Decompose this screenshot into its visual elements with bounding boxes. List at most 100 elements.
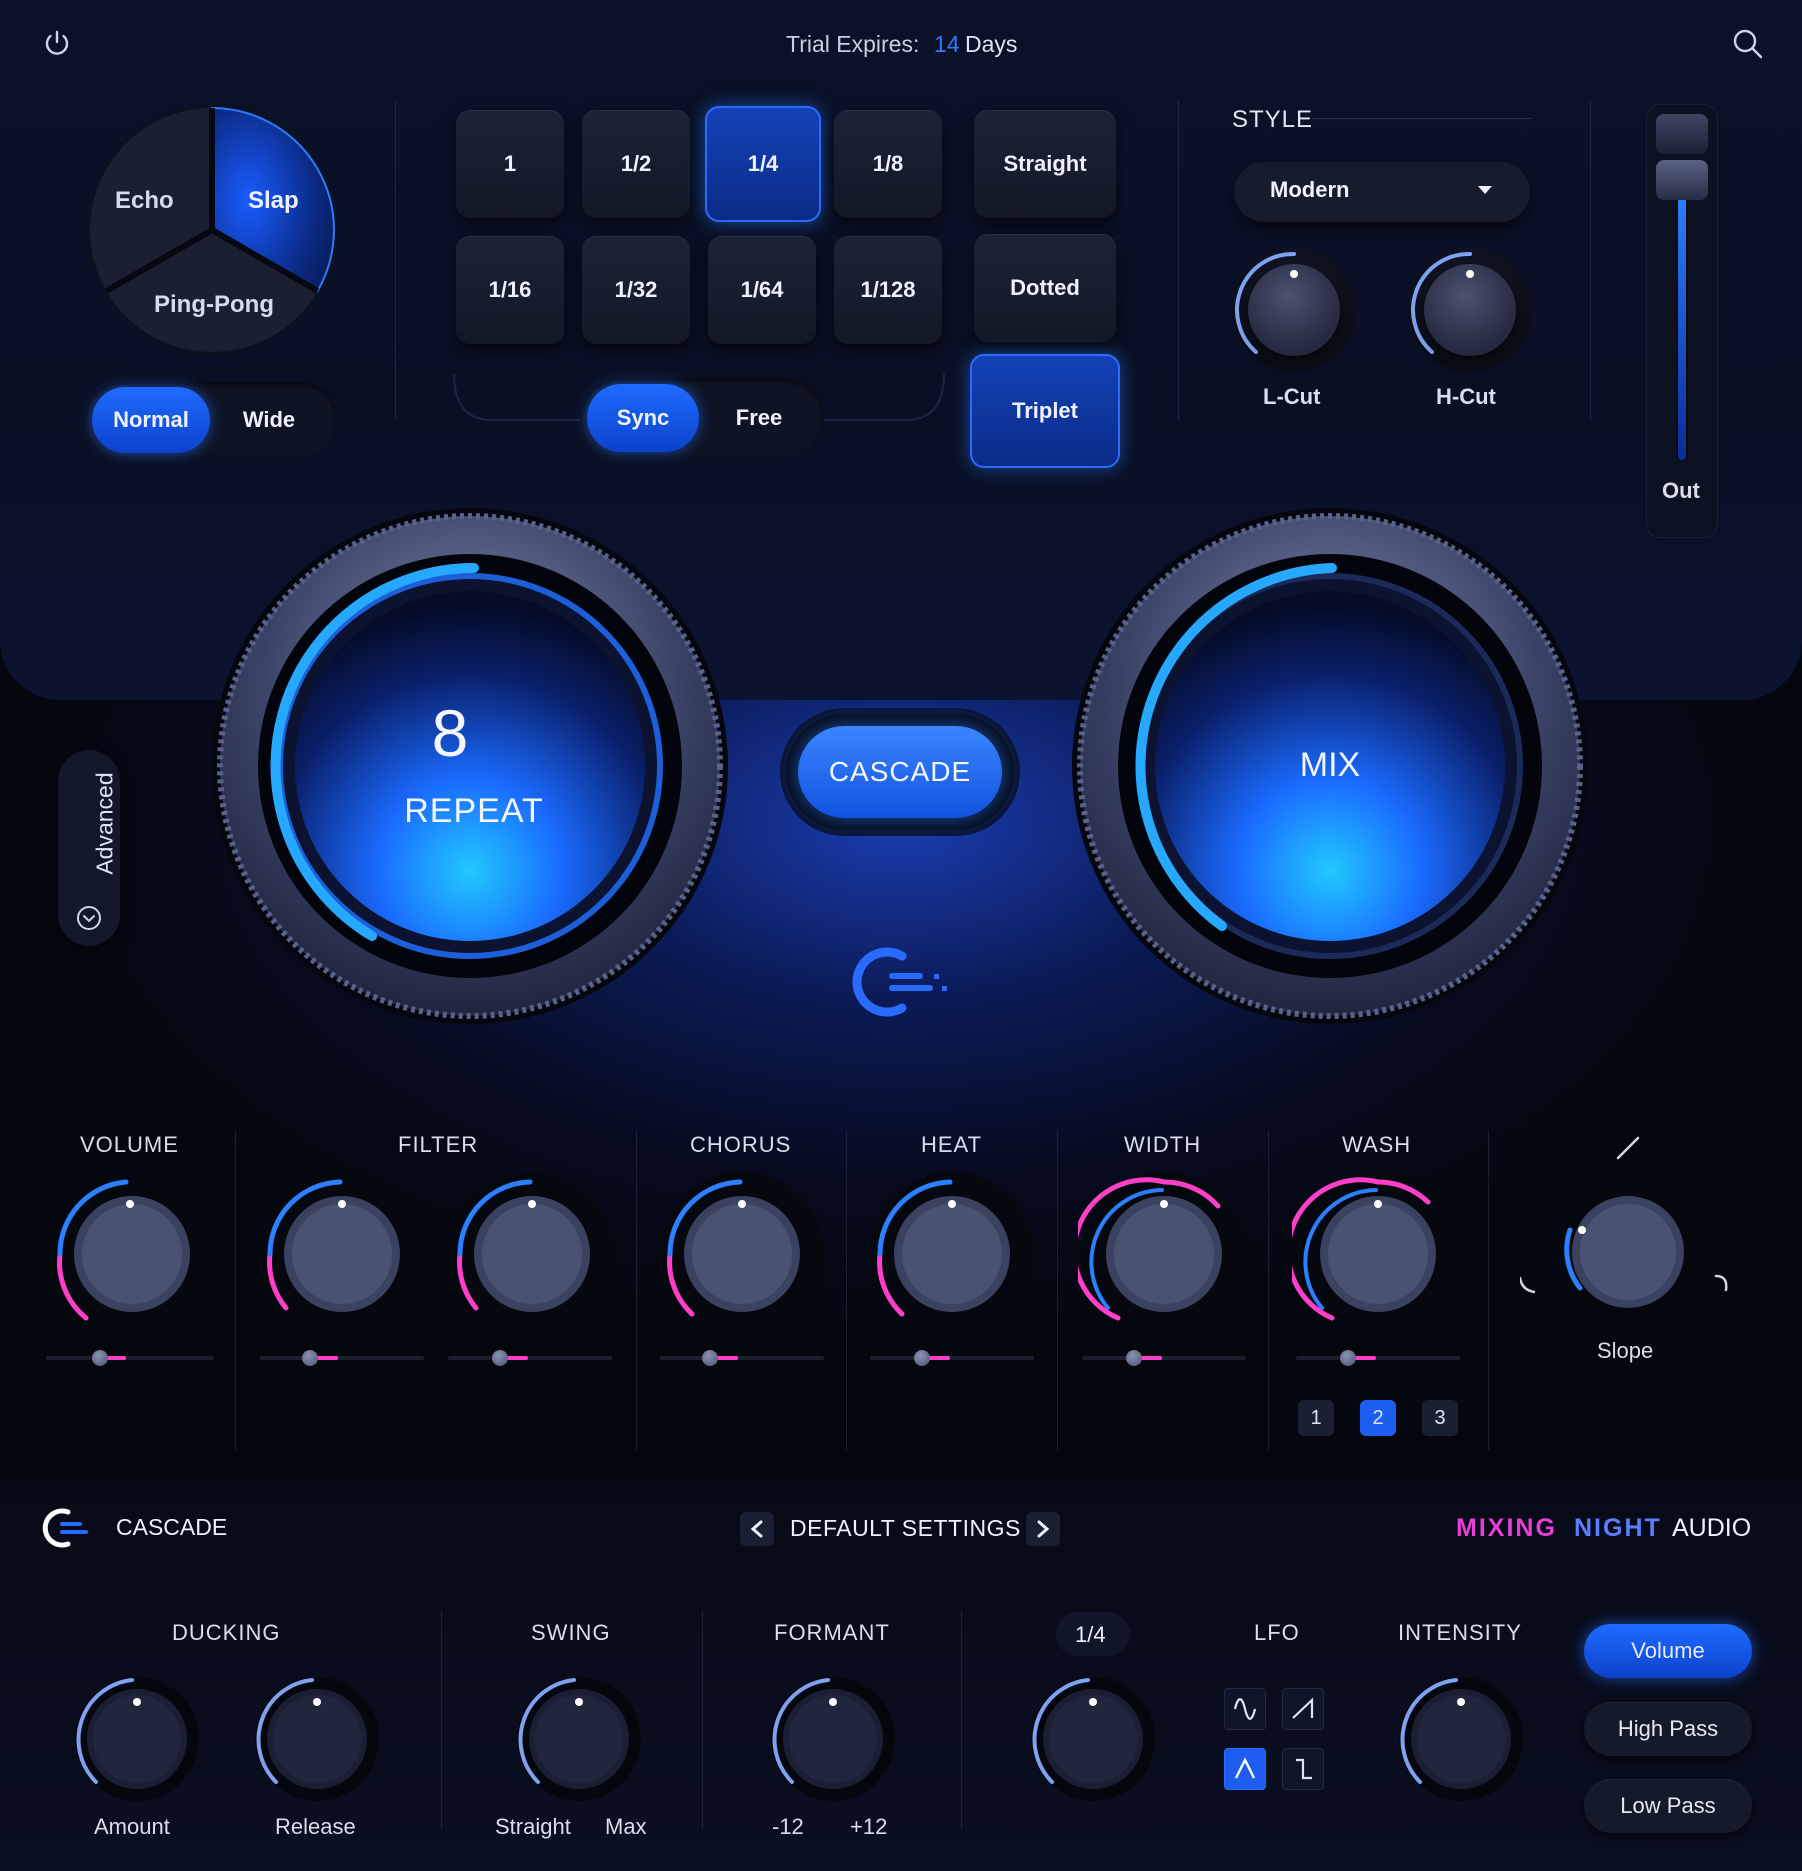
width-knob[interactable] (1078, 1168, 1250, 1340)
target-lowpass-button[interactable]: Low Pass (1584, 1779, 1752, 1833)
swing-max-label: Max (605, 1814, 647, 1839)
volume-slider[interactable] (46, 1356, 214, 1360)
style-title: STYLE (1232, 106, 1314, 133)
lfo-square-button[interactable] (1282, 1748, 1324, 1790)
cascade-button[interactable]: CASCADE (798, 726, 1002, 818)
cascade-small-logo-icon (42, 1508, 88, 1548)
chevron-right-icon (1037, 1520, 1050, 1538)
heat-slider-thumb[interactable] (914, 1350, 930, 1366)
division-1-8-button[interactable]: 1/8 (834, 110, 942, 218)
hcut-indicator (1466, 270, 1474, 278)
filter-knob-a[interactable] (256, 1168, 428, 1340)
slope-label: Slope (1597, 1338, 1654, 1363)
swing-knob[interactable] (514, 1674, 644, 1804)
divider (1268, 1130, 1269, 1450)
sine-wave-icon (1233, 1698, 1257, 1720)
wash-mode-3-button[interactable]: 3 (1422, 1400, 1458, 1436)
width-slider-thumb[interactable] (1126, 1350, 1142, 1366)
filter-slider-a[interactable] (260, 1356, 424, 1360)
formant-max-label: +12 (850, 1814, 888, 1839)
output-fader-handle[interactable] (1656, 160, 1708, 200)
target-volume-button[interactable]: Volume (1584, 1624, 1752, 1678)
wash-mode-2-button[interactable]: 2 (1360, 1400, 1396, 1436)
lfo-sine-button[interactable] (1224, 1688, 1266, 1730)
feel-dotted-button[interactable]: Dotted (974, 234, 1116, 342)
power-icon[interactable] (42, 28, 72, 58)
volume-label: VOLUME (80, 1132, 179, 1157)
lfo-saw-button[interactable] (1282, 1688, 1324, 1730)
lfo-triangle-button[interactable] (1224, 1748, 1266, 1790)
ducking-release-knob[interactable] (252, 1674, 382, 1804)
feel-triplet-button[interactable]: Triplet (970, 354, 1120, 468)
divider (961, 1610, 962, 1830)
mode-echo-label[interactable]: Echo (115, 187, 174, 215)
filter-slider-b[interactable] (448, 1356, 612, 1360)
division-1-button[interactable]: 1 (456, 110, 564, 218)
filter-slider-a-thumb[interactable] (302, 1350, 318, 1366)
division-1-4-button[interactable]: 1/4 (705, 106, 821, 222)
mode-slap-label[interactable]: Slap (248, 187, 299, 215)
chevron-left-icon (750, 1520, 763, 1538)
stereo-wide-button[interactable]: Wide (210, 387, 328, 453)
chorus-slider-thumb[interactable] (702, 1350, 718, 1366)
advanced-label: Advanced (91, 772, 118, 875)
division-1-64-button[interactable]: 1/64 (708, 236, 816, 344)
wash-slider[interactable] (1296, 1356, 1460, 1360)
mode-pingpong-label[interactable]: Ping-Pong (154, 291, 274, 319)
free-button[interactable]: Free (703, 384, 815, 452)
divider (846, 1130, 847, 1450)
repeat-label: REPEAT (404, 792, 544, 830)
stereo-normal-button[interactable]: Normal (92, 387, 210, 453)
target-highpass-button[interactable]: High Pass (1584, 1702, 1752, 1756)
divider (1488, 1130, 1489, 1450)
wash-knob[interactable] (1292, 1168, 1464, 1340)
division-1-2-button[interactable]: 1/2 (582, 110, 690, 218)
filter-slider-b-thumb[interactable] (492, 1350, 508, 1366)
slope-knob[interactable] (1520, 1130, 1736, 1310)
width-slider[interactable] (1082, 1356, 1246, 1360)
sync-button[interactable]: Sync (587, 384, 699, 452)
divider (441, 1610, 442, 1830)
filter-knob-b[interactable] (446, 1168, 618, 1340)
division-1-16-button[interactable]: 1/16 (456, 236, 564, 344)
intensity-knob[interactable] (1396, 1674, 1526, 1804)
division-1-128-button[interactable]: 1/128 (834, 236, 942, 344)
trial-days: 14 (934, 31, 960, 57)
wash-slider-thumb[interactable] (1340, 1350, 1356, 1366)
repeat-knob[interactable] (210, 506, 730, 1026)
chorus-slider[interactable] (660, 1356, 824, 1360)
lfo-label: LFO (1254, 1620, 1300, 1645)
rate-knob[interactable] (1028, 1674, 1158, 1804)
heat-slider[interactable] (870, 1356, 1034, 1360)
preset-name[interactable]: DEFAULT SETTINGS (790, 1515, 1021, 1542)
division-1-32-button[interactable]: 1/32 (582, 236, 690, 344)
filter-label: FILTER (398, 1132, 479, 1157)
mode-wheel (86, 104, 338, 356)
wash-label: WASH (1342, 1132, 1412, 1157)
triangle-wave-icon (1234, 1757, 1256, 1779)
chevron-circle-icon[interactable] (75, 904, 103, 932)
swing-min-label: Straight (495, 1814, 571, 1839)
formant-knob[interactable] (768, 1674, 898, 1804)
divider (636, 1130, 637, 1450)
feel-straight-button[interactable]: Straight (974, 110, 1116, 218)
brand-mixing: MIXING (1456, 1514, 1557, 1542)
formant-min-label: -12 (772, 1814, 804, 1839)
brand-audio: AUDIO (1672, 1514, 1752, 1542)
chorus-knob[interactable] (656, 1168, 828, 1340)
heat-knob[interactable] (866, 1168, 1038, 1340)
trial-unit: Days (965, 31, 1018, 57)
volume-knob[interactable] (46, 1168, 218, 1340)
style-dropdown-value: Modern (1270, 177, 1350, 202)
square-wave-icon (1296, 1758, 1312, 1780)
ducking-amount-knob[interactable] (72, 1674, 202, 1804)
output-fader-fill (1678, 190, 1686, 460)
volume-slider-thumb[interactable] (92, 1350, 108, 1366)
search-icon[interactable] (1731, 27, 1765, 61)
wash-mode-1-button[interactable]: 1 (1298, 1400, 1334, 1436)
output-label: Out (1662, 478, 1700, 503)
chevron-down-icon (1478, 186, 1492, 194)
style-title-rule (1312, 118, 1532, 119)
output-fader-cap[interactable] (1656, 114, 1708, 154)
plugin-window: Trial Expires: 14 Days Echo Slap Ping-Po… (0, 0, 1802, 1871)
